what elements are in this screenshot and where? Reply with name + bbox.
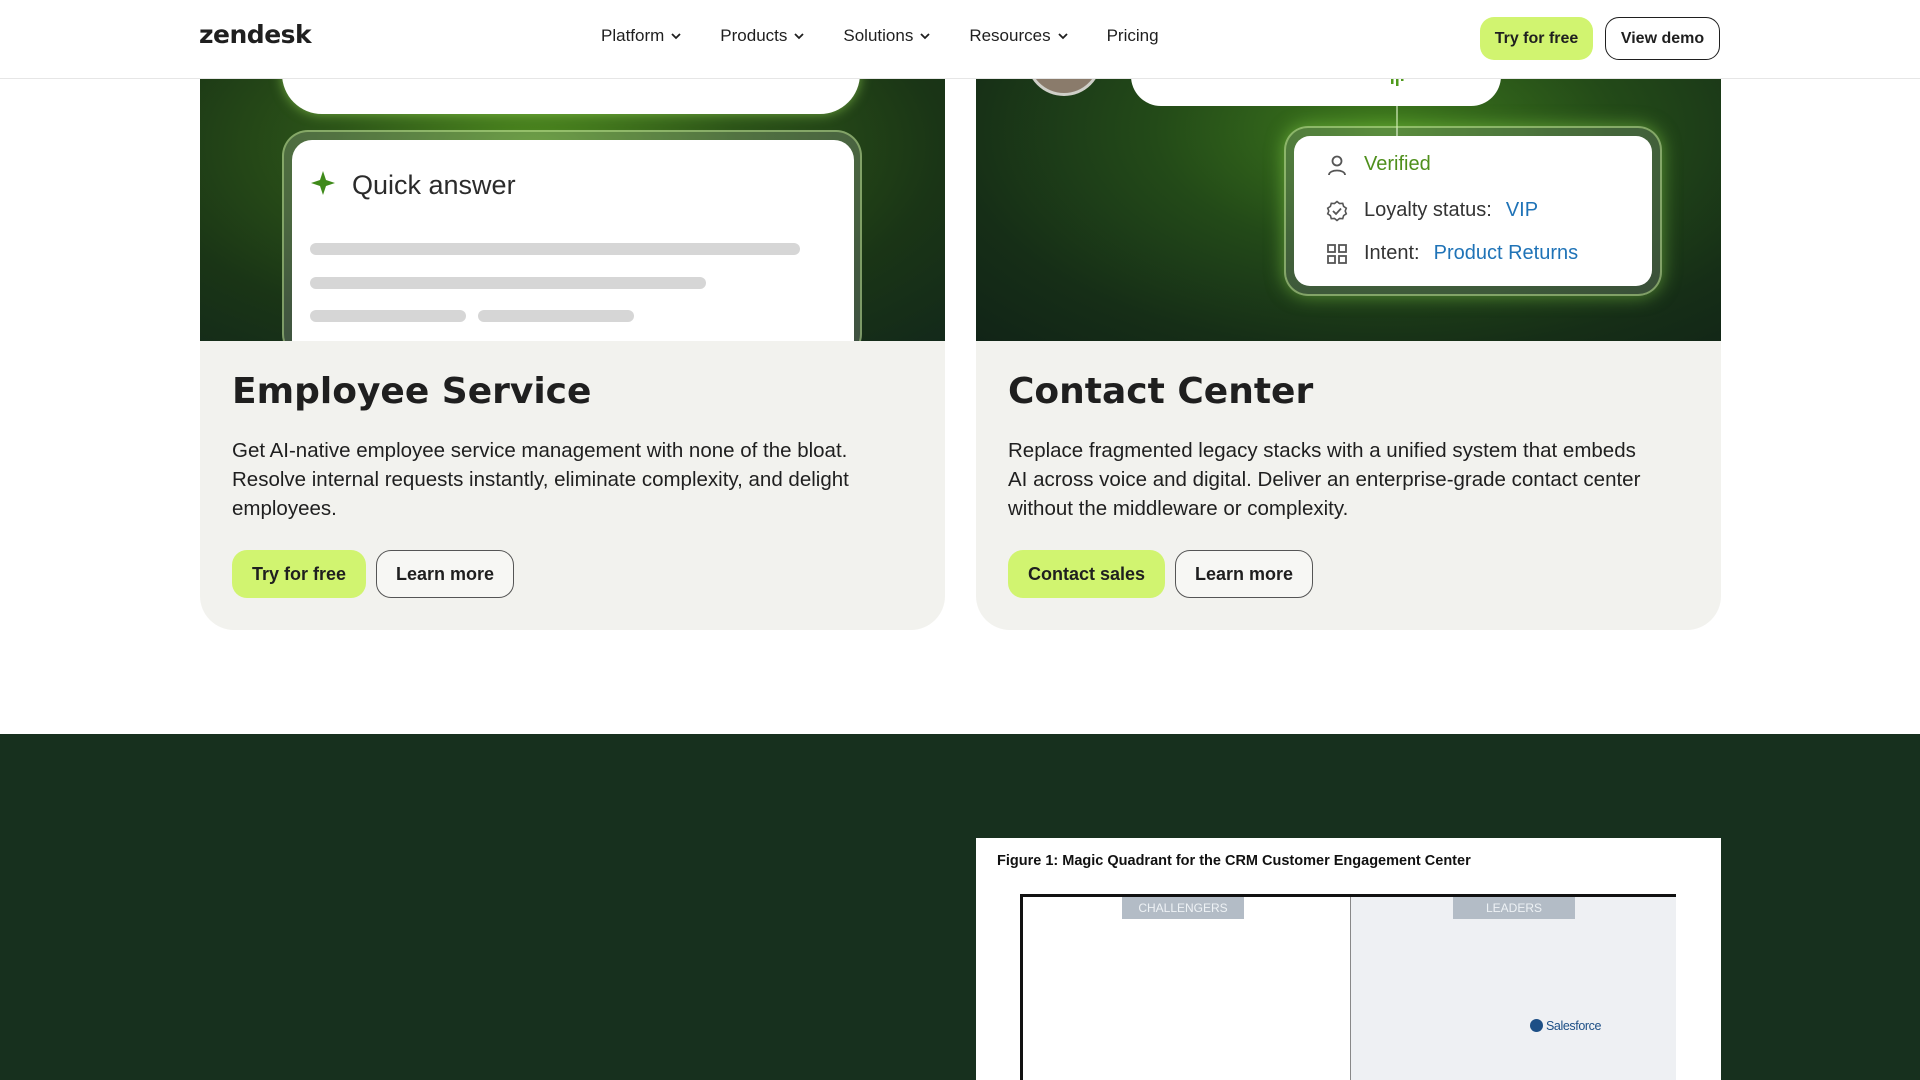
try-for-free-button[interactable]: Try for free — [232, 550, 367, 598]
placeholder-line — [310, 310, 466, 322]
main-nav: Platform Products Solutions Resources Pr… — [601, 26, 1197, 46]
magic-quadrant-figure: Figure 1: Magic Quadrant for the CRM Cus… — [976, 838, 1721, 1080]
learn-more-button[interactable]: Learn more — [376, 550, 515, 598]
nav-pricing[interactable]: Pricing — [1107, 26, 1159, 46]
contact-center-illustration: Verified Loyalty status: VIP Intent: Pro… — [976, 40, 1721, 341]
verified-row: Verified — [1326, 153, 1431, 176]
intent-label: Intent: — [1364, 242, 1420, 264]
contact-center-card: Verified Loyalty status: VIP Intent: Pro… — [976, 40, 1721, 630]
nav-solutions[interactable]: Solutions — [843, 26, 931, 46]
salesforce-label: Salesforce — [1546, 1019, 1602, 1033]
loyalty-row: Loyalty status: VIP — [1326, 199, 1538, 222]
zendesk-logo[interactable]: zendesk — [199, 20, 312, 49]
chevron-down-icon — [1057, 33, 1068, 40]
sparkle-icon — [311, 171, 335, 195]
chevron-down-icon — [794, 33, 805, 40]
nav-platform[interactable]: Platform — [601, 26, 682, 46]
intent-value: Product Returns — [1433, 242, 1579, 264]
nav-resources-label: Resources — [969, 26, 1051, 45]
placeholder-line — [478, 310, 634, 322]
site-header: zendesk Platform Products Solutions Reso… — [0, 0, 1920, 79]
loyalty-value: VIP — [1505, 199, 1539, 221]
verified-text: Verified — [1364, 153, 1431, 175]
challengers-label: CHALLENGERS — [1122, 897, 1244, 919]
card-description: Get AI-native employee service managemen… — [232, 439, 849, 520]
chevron-down-icon — [671, 33, 681, 40]
nav-pricing-label: Pricing — [1106, 26, 1159, 45]
learn-more-button[interactable]: Learn more — [1175, 550, 1314, 598]
chevron-down-icon — [920, 33, 930, 40]
card-title: Employee Service — [232, 371, 592, 412]
nav-solutions-label: Solutions — [843, 26, 914, 45]
loyalty-label: Loyalty status: — [1364, 199, 1492, 221]
nav-resources[interactable]: Resources — [969, 26, 1068, 46]
nav-products-label: Products — [720, 26, 788, 45]
leaders-label: LEADERS — [1453, 897, 1575, 919]
nav-products[interactable]: Products — [720, 26, 805, 46]
quick-answer-title: Quick answer — [352, 170, 516, 200]
leaders-quadrant: LEADERS Salesforce — [1350, 897, 1676, 1080]
placeholder-line — [310, 277, 706, 289]
card-description: Replace fragmented legacy stacks with a … — [1008, 439, 1641, 520]
contact-sales-button[interactable]: Contact sales — [1008, 550, 1166, 598]
employee-service-illustration: g Quick answer — [200, 40, 945, 341]
quick-answer-card: Quick answer — [292, 140, 854, 341]
badge-check-icon — [1326, 199, 1348, 222]
customer-info-card: Verified Loyalty status: VIP Intent: Pro… — [1294, 136, 1652, 286]
intent-row: Intent: Product Returns — [1326, 242, 1578, 265]
salesforce-marker — [1530, 1019, 1543, 1032]
figure-caption: Figure 1: Magic Quadrant for the CRM Cus… — [997, 853, 1471, 869]
placeholder-line — [310, 243, 800, 255]
employee-service-card: g Quick answer Employee Service Get AI-n… — [200, 40, 945, 630]
grid-icon — [1327, 243, 1347, 264]
card-title: Contact Center — [1008, 371, 1314, 412]
nav-platform-label: Platform — [601, 26, 665, 45]
person-icon — [1328, 155, 1346, 175]
try-for-free-button[interactable]: Try for free — [1480, 17, 1593, 60]
quadrant-chart: CHALLENGERS LEADERS Salesforce — [1020, 894, 1676, 1080]
view-demo-button[interactable]: View demo — [1605, 17, 1720, 60]
